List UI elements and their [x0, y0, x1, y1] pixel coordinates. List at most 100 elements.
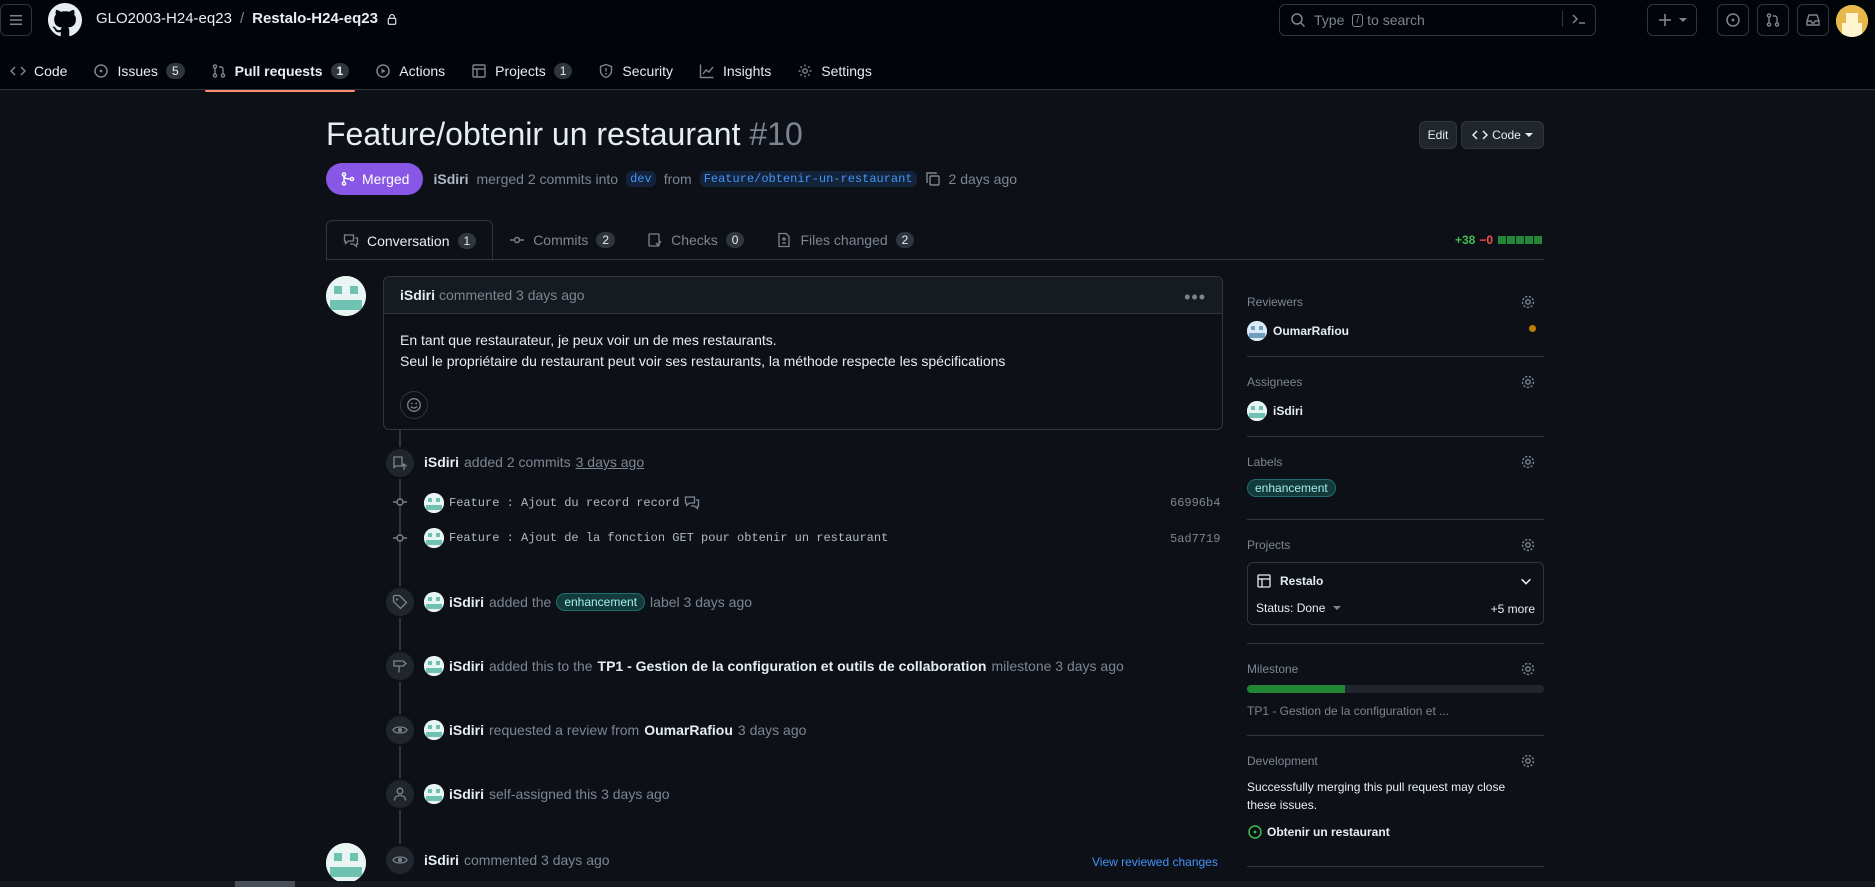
tab-commits[interactable]: Commits 2 — [493, 220, 631, 260]
tab-insights[interactable]: Insights — [689, 52, 781, 90]
labels-gear-icon[interactable] — [1520, 454, 1536, 470]
assignees-gear-icon[interactable] — [1520, 374, 1536, 390]
commit-row[interactable]: Feature : Ajout du record record — [424, 493, 700, 513]
user-avatar[interactable] — [1836, 5, 1868, 37]
event-author-avatar[interactable] — [424, 720, 444, 740]
milestone-link[interactable]: TP1 - Gestion de la configuration et out… — [598, 658, 987, 674]
inbox-button[interactable] — [1797, 4, 1829, 36]
event-author-avatar[interactable] — [424, 592, 444, 612]
project-more-link[interactable]: +5 more — [1491, 602, 1535, 616]
pr-from-text: from — [663, 171, 692, 187]
review-author-avatar[interactable] — [326, 843, 366, 883]
scrollbar-thumb[interactable] — [235, 881, 295, 887]
milestone-gear-icon[interactable] — [1520, 661, 1536, 677]
code-dropdown-button[interactable]: Code — [1461, 121, 1544, 149]
pr-number: #10 — [749, 116, 803, 152]
label-event: iSdiri added the enhancement label 3 day… — [424, 592, 752, 612]
hamburger-icon — [10, 15, 22, 25]
head-branch[interactable]: Feature/obtenir-un-restaurant — [699, 171, 917, 187]
pull-requests-button[interactable] — [1757, 4, 1789, 36]
review-event-pre: requested a review from — [489, 722, 640, 738]
milestone-title: Milestone — [1247, 662, 1299, 676]
reviewer-link[interactable]: OumarRafiou — [644, 722, 733, 738]
tab-issues[interactable]: Issues 5 — [83, 52, 194, 90]
project-status-dropdown[interactable]: Status: Done — [1256, 601, 1342, 615]
view-reviewed-changes-link[interactable]: View reviewed changes — [1092, 855, 1218, 869]
commit-message[interactable]: Feature : Ajout du record record — [449, 496, 679, 510]
pr-description-comment: iSdiri commented 3 days ago ••• En tant … — [383, 276, 1223, 430]
github-logo-icon[interactable] — [48, 3, 82, 37]
label-badge[interactable]: enhancement — [1247, 479, 1336, 497]
breadcrumb-org[interactable]: GLO2003-H24-eq23 — [96, 10, 232, 27]
timeline-badge — [384, 778, 416, 810]
diffstat-blocks — [1497, 236, 1543, 244]
kebab-horizontal-icon[interactable]: ••• — [1184, 287, 1206, 308]
tab-actions[interactable]: Actions — [365, 52, 455, 90]
menu-button[interactable] — [0, 4, 32, 36]
reviewers-gear-icon[interactable] — [1520, 294, 1536, 310]
event-author-avatar[interactable] — [424, 656, 444, 676]
reviewer-name: OumarRafiou — [1273, 324, 1350, 338]
event-author[interactable]: iSdiri — [449, 658, 484, 674]
code-icon — [1472, 130, 1489, 140]
search-input[interactable]: Type / to search — [1279, 4, 1596, 36]
milestone-name[interactable]: TP1 - Gestion de la configuration et ... — [1247, 704, 1449, 718]
tab-security[interactable]: Security — [588, 52, 683, 90]
commit-row[interactable]: Feature : Ajout de la fonction GET pour … — [424, 528, 888, 548]
create-new-button[interactable] — [1647, 4, 1697, 36]
linked-issue[interactable]: Obtenir un restaurant — [1247, 824, 1544, 840]
event-author[interactable]: iSdiri — [424, 454, 459, 470]
event-author[interactable]: iSdiri — [449, 786, 484, 802]
commit-author-avatar[interactable] — [424, 528, 444, 548]
code-dropdown-label: Code — [1492, 128, 1521, 142]
milestone-event-pre: added this to the — [489, 658, 593, 674]
commit-sha[interactable]: 66996b4 — [1170, 496, 1220, 510]
horizontal-scrollbar[interactable] — [0, 881, 1875, 887]
tab-conversation[interactable]: Conversation 1 — [326, 220, 494, 261]
event-author[interactable]: iSdiri — [424, 852, 459, 868]
pr-author[interactable]: iSdiri — [433, 171, 468, 187]
issues-button[interactable] — [1717, 4, 1749, 36]
comment-author-avatar[interactable] — [326, 276, 366, 316]
comment-author[interactable]: iSdiri — [400, 287, 435, 303]
project-header[interactable]: Restalo — [1256, 573, 1323, 589]
assignee-item[interactable]: iSdiri — [1247, 401, 1544, 421]
caret-down-icon — [1333, 606, 1342, 610]
tab-files-changed[interactable]: Files changed 2 — [760, 220, 930, 260]
commit-message[interactable]: Feature : Ajout de la fonction GET pour … — [449, 531, 888, 545]
base-branch[interactable]: dev — [626, 171, 656, 187]
timeline-badge — [384, 650, 416, 682]
tab-pull-requests[interactable]: Pull requests 1 — [201, 52, 360, 92]
git-pull-request-icon — [212, 64, 225, 78]
tab-checks[interactable]: Checks 0 — [631, 220, 760, 260]
commit-author-avatar[interactable] — [424, 493, 444, 513]
table-icon — [1257, 574, 1271, 588]
copy-icon[interactable] — [925, 171, 941, 187]
tab-code[interactable]: Code — [0, 52, 77, 90]
breadcrumb-repo[interactable]: Restalo-H24-eq23 — [252, 10, 378, 27]
milestone-progress-fill — [1247, 685, 1345, 693]
diffstat-block — [1516, 236, 1525, 244]
label-badge[interactable]: enhancement — [556, 593, 646, 611]
reviewer-item[interactable]: OumarRafiou — [1247, 321, 1544, 341]
tab-settings[interactable]: Settings — [787, 52, 882, 90]
commits-event-time[interactable]: 3 days ago — [576, 454, 645, 470]
tab-settings-label: Settings — [821, 63, 872, 79]
add-reaction-button[interactable] — [400, 391, 428, 419]
edit-button[interactable]: Edit — [1419, 121, 1457, 149]
tab-projects[interactable]: Projects 1 — [461, 52, 582, 90]
file-diff-icon — [778, 232, 791, 248]
event-author[interactable]: iSdiri — [449, 722, 484, 738]
person-icon — [393, 787, 407, 801]
projects-gear-icon[interactable] — [1520, 537, 1536, 553]
event-author[interactable]: iSdiri — [449, 594, 484, 610]
command-palette-icon[interactable] — [1562, 11, 1587, 27]
development-gear-icon[interactable] — [1520, 753, 1536, 769]
code-icon — [10, 66, 26, 76]
event-author-avatar[interactable] — [424, 784, 444, 804]
commit-sha[interactable]: 5ad7719 — [1170, 532, 1220, 546]
tab-conversation-label: Conversation — [367, 232, 450, 249]
chevron-down-icon[interactable] — [1519, 574, 1533, 588]
sidebar-reviewers: Reviewers OumarRafiou — [1247, 295, 1544, 341]
project-status: Status: Done — [1256, 601, 1326, 615]
